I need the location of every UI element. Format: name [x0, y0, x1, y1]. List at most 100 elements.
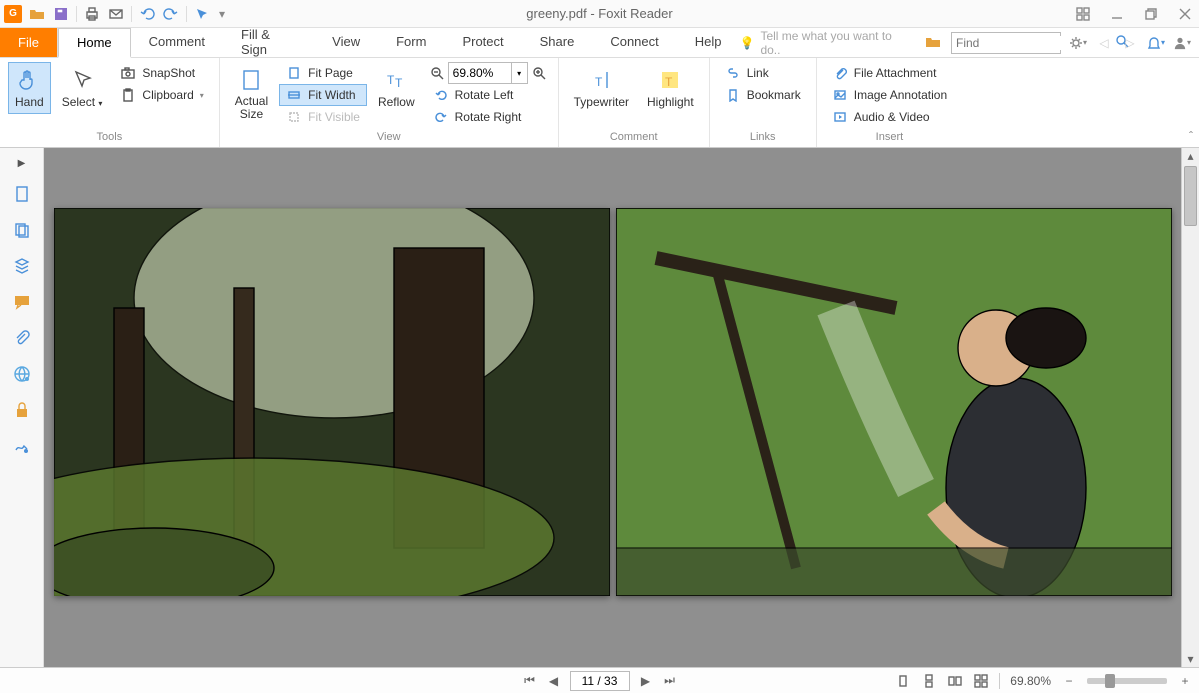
tab-fill-sign[interactable]: Fill & Sign: [223, 28, 314, 57]
undo-icon[interactable]: [138, 5, 156, 23]
find-input[interactable]: [956, 36, 1111, 50]
last-page-icon[interactable]: ⏭: [662, 673, 678, 689]
tab-share[interactable]: Share: [522, 28, 593, 57]
zoom-in-icon: [531, 65, 547, 81]
next-page-icon[interactable]: ▶: [638, 673, 654, 689]
page-spread: [54, 208, 1172, 596]
menubar: File Home Comment Fill & Sign View Form …: [0, 28, 1199, 58]
next-view-icon[interactable]: ▷: [1121, 34, 1139, 52]
first-page-icon[interactable]: ⏮: [522, 673, 538, 689]
reflow-button[interactable]: TT Reflow: [371, 62, 422, 114]
close-icon[interactable]: [1177, 6, 1193, 22]
right-toolbar: ▾ ◁ ▷ ▾ ▾: [917, 28, 1199, 57]
svg-text:T: T: [387, 73, 395, 87]
clipboard-button[interactable]: Clipboard ▾: [113, 84, 210, 106]
statusbar: ⏮ ◀ ▶ ⏭ 69.80% − +: [0, 667, 1199, 693]
page-input[interactable]: [570, 671, 630, 691]
email-icon[interactable]: [107, 5, 125, 23]
bookmark-button[interactable]: Bookmark: [718, 84, 808, 106]
single-page-view-icon[interactable]: [895, 673, 911, 689]
file-attachment-button[interactable]: File Attachment: [825, 62, 954, 84]
security-panel-icon[interactable]: [11, 399, 33, 421]
tab-help[interactable]: Help: [677, 28, 740, 57]
fit-visible-button[interactable]: Fit Visible: [279, 106, 367, 128]
tell-me-placeholder: Tell me what you want to do..: [760, 29, 905, 57]
zoom-slider[interactable]: [1087, 678, 1167, 684]
link-button[interactable]: Link: [718, 62, 808, 84]
expand-panel-icon[interactable]: ▶: [18, 158, 26, 169]
tab-view[interactable]: View: [314, 28, 378, 57]
attachments-panel-icon[interactable]: [11, 327, 33, 349]
tab-form[interactable]: Form: [378, 28, 444, 57]
tab-protect[interactable]: Protect: [444, 28, 521, 57]
zoom-in-status-icon[interactable]: +: [1177, 673, 1193, 689]
select-tool[interactable]: Select ▾: [55, 62, 110, 114]
signatures-panel-icon[interactable]: [11, 435, 33, 457]
find-box[interactable]: [951, 32, 1061, 54]
zoom-out-button[interactable]: [426, 62, 448, 84]
fit-page-button[interactable]: Fit Page: [279, 62, 367, 84]
bookmarks-panel-icon[interactable]: [11, 255, 33, 277]
scroll-down-icon[interactable]: ▾: [1182, 651, 1199, 667]
restore-icon[interactable]: [1143, 6, 1159, 22]
open-icon[interactable]: [28, 5, 46, 23]
notifications-icon[interactable]: ▾: [1147, 34, 1165, 52]
collapse-ribbon-icon[interactable]: ˆ: [1189, 129, 1193, 143]
redo-icon[interactable]: [162, 5, 180, 23]
zoom-input[interactable]: 69.80%: [448, 62, 512, 84]
tab-connect[interactable]: Connect: [592, 28, 676, 57]
zoom-in-button[interactable]: [528, 62, 550, 84]
prev-view-icon[interactable]: ◁: [1095, 34, 1113, 52]
tab-home[interactable]: Home: [58, 28, 131, 58]
continuous-facing-view-icon[interactable]: [973, 673, 989, 689]
prev-page-icon[interactable]: ◀: [546, 673, 562, 689]
document-area[interactable]: [44, 148, 1181, 667]
cursor-mode-icon[interactable]: [193, 5, 211, 23]
ribbon: Hand Select ▾ SnapShot Clipboard ▾ Tools…: [0, 58, 1199, 148]
reflow-icon: TT: [383, 67, 409, 93]
facing-view-icon[interactable]: [947, 673, 963, 689]
tell-me-search[interactable]: 💡 Tell me what you want to do..: [740, 28, 918, 57]
rotate-right-button[interactable]: Rotate Right: [426, 106, 550, 128]
audio-video-button[interactable]: Audio & Video: [825, 106, 954, 128]
tab-comment[interactable]: Comment: [131, 28, 223, 57]
zoom-dropdown[interactable]: ▾: [512, 62, 528, 84]
scroll-thumb[interactable]: [1184, 166, 1197, 226]
connected-pdf-icon[interactable]: [11, 363, 33, 385]
continuous-view-icon[interactable]: [921, 673, 937, 689]
fit-width-button[interactable]: Fit Width: [279, 84, 367, 106]
snapshot-button[interactable]: SnapShot: [113, 62, 210, 84]
print-icon[interactable]: [83, 5, 101, 23]
page-left[interactable]: [54, 208, 610, 596]
ribbon-group-tools: Hand Select ▾ SnapShot Clipboard ▾ Tools: [0, 58, 220, 147]
typewriter-button[interactable]: T Typewriter: [567, 62, 636, 114]
folder-search-icon[interactable]: [925, 34, 943, 52]
zoom-slider-knob[interactable]: [1105, 674, 1115, 688]
scroll-up-icon[interactable]: ▴: [1182, 148, 1199, 164]
pages-panel-icon[interactable]: [11, 183, 33, 205]
save-icon[interactable]: [52, 5, 70, 23]
bookmark-icon: [725, 87, 741, 103]
layers-panel-icon[interactable]: [11, 219, 33, 241]
app-logo[interactable]: G: [4, 5, 22, 23]
typewriter-label: Typewriter: [574, 95, 629, 109]
comments-panel-icon[interactable]: [11, 291, 33, 313]
vertical-scrollbar[interactable]: ▴ ▾: [1181, 148, 1199, 667]
image-annotation-button[interactable]: Image Annotation: [825, 84, 954, 106]
user-avatar[interactable]: ▾: [1173, 34, 1191, 52]
settings-dropdown[interactable]: ▾: [1069, 34, 1087, 52]
qat-dropdown-icon[interactable]: ▾: [217, 5, 227, 23]
highlight-button[interactable]: T Highlight: [640, 62, 701, 114]
rotate-left-icon: [433, 87, 449, 103]
actual-size-button[interactable]: Actual Size: [228, 62, 275, 126]
workspace: ▶: [0, 148, 1199, 667]
ribbon-display-icon[interactable]: [1075, 6, 1091, 22]
file-menu[interactable]: File: [0, 28, 58, 57]
hand-tool[interactable]: Hand: [8, 62, 51, 114]
rotate-left-button[interactable]: Rotate Left: [426, 84, 550, 106]
minimize-icon[interactable]: [1109, 6, 1125, 22]
zoom-out-status-icon[interactable]: −: [1061, 673, 1077, 689]
ribbon-group-links: Link Bookmark Links: [710, 58, 817, 147]
image-icon: [832, 87, 848, 103]
page-right[interactable]: [616, 208, 1172, 596]
